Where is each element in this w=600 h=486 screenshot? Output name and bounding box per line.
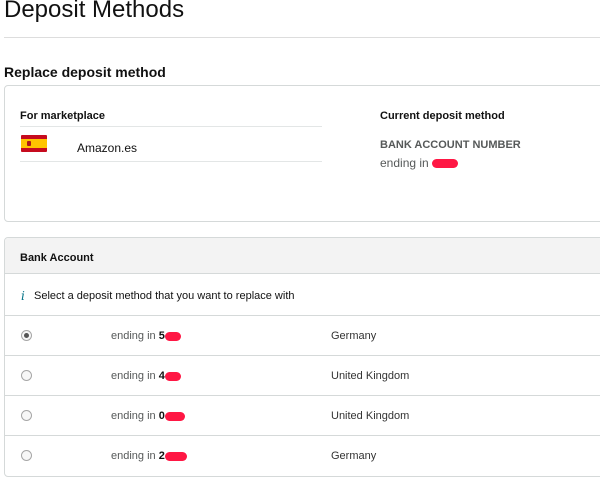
account-country: Germany [331, 450, 377, 462]
account-digits: 5 [158, 330, 165, 342]
redaction-mark [164, 371, 181, 381]
marketplace-name: Amazon.es [77, 141, 138, 155]
account-radio[interactable] [21, 410, 32, 421]
spain-flag-icon [21, 135, 47, 152]
account-country: United Kingdom [331, 410, 410, 422]
title-divider [4, 37, 600, 38]
account-country: Germany [331, 330, 377, 342]
bank-account-title: Bank Account [20, 252, 94, 264]
bank-account-row[interactable]: ending in 2 Germany [5, 436, 600, 476]
account-radio[interactable] [21, 450, 32, 461]
redaction-mark [164, 411, 185, 421]
section-title: Replace deposit method [4, 64, 166, 80]
current-deposit-ending: ending in [380, 156, 459, 170]
account-ending: ending in 4 [111, 369, 181, 383]
account-ending-prefix: ending in [111, 410, 156, 422]
bank-account-card: Bank Account i Select a deposit method t… [4, 237, 600, 477]
account-ending: ending in 2 [111, 449, 187, 463]
bank-account-row[interactable]: ending in 4 United Kingdom [5, 356, 600, 396]
account-digits: 0 [158, 410, 165, 422]
info-icon: i [21, 289, 25, 303]
bank-account-row[interactable]: ending in 5 Germany [5, 316, 600, 356]
account-digits: 2 [158, 450, 165, 462]
account-digits: 4 [158, 370, 165, 382]
account-radio[interactable] [21, 330, 32, 341]
account-ending: ending in 0 [111, 409, 185, 423]
account-ending-prefix: ending in [111, 370, 156, 382]
redaction-mark [164, 331, 181, 341]
marketplace-header: For marketplace [20, 110, 105, 122]
page-title: Deposit Methods [4, 0, 185, 23]
current-deposit-label: BANK ACCOUNT NUMBER [380, 139, 521, 151]
bank-account-row[interactable]: ending in 0 United Kingdom [5, 396, 600, 436]
account-country: United Kingdom [331, 370, 410, 382]
account-ending-prefix: ending in [111, 450, 156, 462]
account-ending: ending in 5 [111, 329, 181, 343]
info-text: Select a deposit method that you want to… [34, 290, 295, 302]
bank-account-header: Bank Account [5, 238, 600, 274]
marketplace-divider-top [20, 126, 322, 127]
info-row: i Select a deposit method that you want … [5, 274, 600, 316]
account-radio[interactable] [21, 370, 32, 381]
replace-summary-card: For marketplace Amazon.es Current deposi… [4, 85, 600, 222]
marketplace-divider-bottom [20, 161, 322, 162]
redaction-mark [432, 159, 459, 169]
current-deposit-header: Current deposit method [380, 110, 505, 122]
account-ending-prefix: ending in [111, 330, 156, 342]
current-deposit-ending-prefix: ending in [380, 156, 429, 170]
redaction-mark [164, 451, 187, 461]
